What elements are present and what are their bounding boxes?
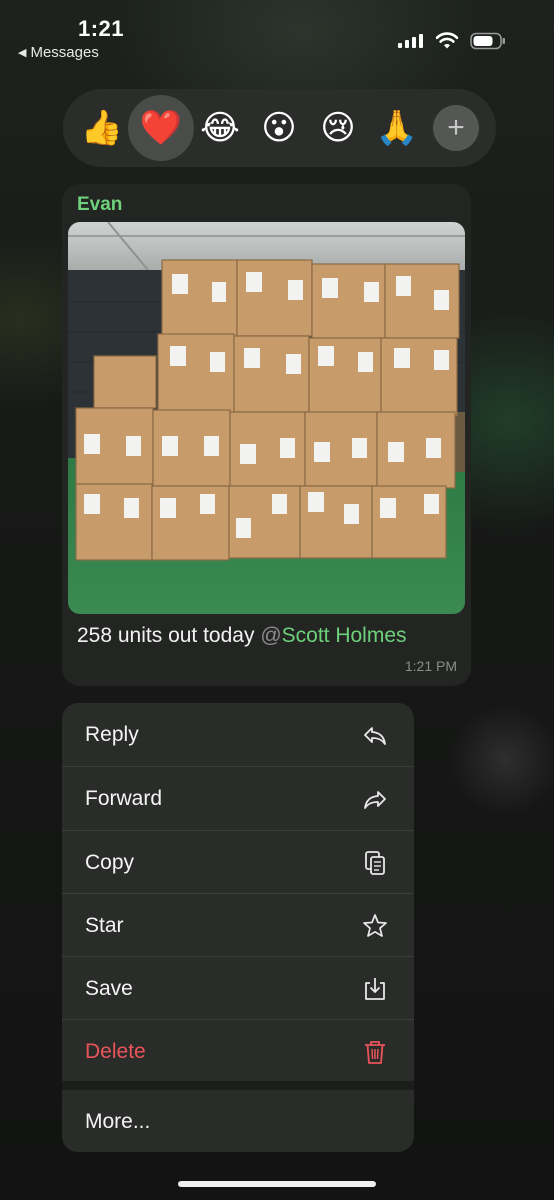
thumbs-up-reaction-icon[interactable]: 👍 <box>79 105 125 151</box>
reaction-bar: 👍 ❤️ 😂 😮 😢 🙏 + <box>63 89 496 167</box>
menu-item-save[interactable]: Save <box>62 957 414 1020</box>
forward-icon <box>364 790 386 809</box>
back-arrow-icon: ◀ <box>18 47 27 59</box>
message-bubble[interactable]: Evan 258 units out today @Scott Holmes 1… <box>62 184 471 686</box>
crying-reaction-icon[interactable]: 😢 <box>315 105 361 151</box>
tears-of-joy-reaction-icon[interactable]: 😂 <box>197 105 243 151</box>
menu-item-star[interactable]: Star <box>62 894 414 957</box>
menu-item-reply[interactable]: Reply <box>62 703 414 766</box>
mention-link[interactable]: Scott Holmes <box>282 624 407 647</box>
add-reaction-plus-icon[interactable]: + <box>433 105 479 151</box>
menu-item-label: Save <box>85 976 133 1000</box>
menu-item-label: Star <box>85 913 124 937</box>
menu-item-label: Delete <box>85 1039 146 1063</box>
menu-item-delete[interactable]: Delete <box>62 1020 414 1083</box>
copy-icon <box>365 850 385 875</box>
wifi-icon <box>435 32 459 49</box>
surprised-reaction-icon[interactable]: 😮 <box>256 105 302 151</box>
home-indicator[interactable] <box>178 1181 376 1187</box>
star-icon <box>363 913 387 937</box>
menu-item-more[interactable]: More... <box>62 1090 414 1152</box>
status-time: 1:21 <box>78 16 125 41</box>
reply-icon <box>364 726 386 745</box>
message-photo[interactable] <box>68 222 465 614</box>
menu-group-separator <box>62 1081 414 1090</box>
sender-name: Evan <box>77 194 123 215</box>
menu-item-copy[interactable]: Copy <box>62 831 414 894</box>
caption-text: 258 units out today <box>77 624 261 647</box>
menu-item-label: Reply <box>85 722 139 746</box>
message-timestamp: 1:21 PM <box>404 658 457 674</box>
menu-item-label: More... <box>85 1109 151 1133</box>
heart-reaction-icon[interactable]: ❤️ <box>128 95 194 161</box>
save-icon <box>365 977 385 1000</box>
battery-icon <box>470 32 505 50</box>
menu-item-label: Forward <box>85 786 163 810</box>
menu-item-forward[interactable]: Forward <box>62 767 414 830</box>
message-caption: 258 units out today @Scott Holmes <box>77 624 407 648</box>
cellular-signal-icon <box>398 34 423 48</box>
menu-item-label: Copy <box>85 850 135 874</box>
message-context-menu: Reply Forward Copy Star Save Delete More… <box>62 703 414 1152</box>
trash-icon <box>365 1040 385 1064</box>
pray-reaction-icon[interactable]: 🙏 <box>374 105 420 151</box>
back-label: Messages <box>30 44 99 61</box>
stacked-boxes-photo <box>68 222 465 614</box>
back-to-messages-link[interactable]: ◀ Messages <box>18 44 99 61</box>
mention-at-sign: @ <box>260 624 282 647</box>
